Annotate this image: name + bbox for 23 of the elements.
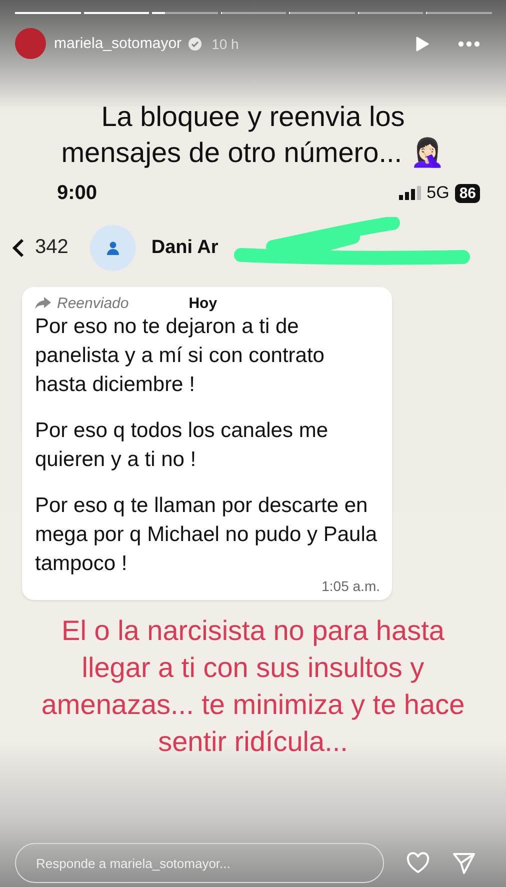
message-time: 1:05 a.m. — [320, 578, 380, 594]
battery-indicator: 86 — [455, 184, 480, 203]
message-text: Por eso q te llaman por descarte en mega por q Michael no pudo y Paula tampoco ! — [35, 492, 378, 577]
date-label: Hoy — [188, 294, 218, 312]
back-icon[interactable] — [12, 238, 25, 258]
message-text: Por eso q todos los canales me quieren y a ti no ! — [35, 418, 329, 473]
network-label: 5G — [426, 183, 450, 204]
play-icon[interactable] — [414, 36, 430, 52]
reply-field[interactable]: Responde a mariela_sotomayor... — [15, 843, 384, 883]
avatar[interactable] — [15, 28, 46, 59]
message-text: Por eso no te dejaron a ti de panelista y a mí si con contrato hasta diciembre ! — [35, 314, 326, 398]
forward-arrow-icon — [35, 297, 51, 310]
story-caption: El o la narcisista no para hasta llegar a ti con sus insultos y amenazas... te minimiza y te hace sentir ridícula... — [40, 614, 466, 759]
story-caption: La bloquee y reenvia los mensajes de otro número... 🤦🏻‍♀ — [60, 100, 446, 170]
more-icon[interactable] — [458, 40, 480, 46]
send-icon[interactable] — [452, 851, 476, 875]
post-time: 10 h — [212, 36, 239, 52]
back-count[interactable]: 342 — [35, 236, 68, 260]
contact-name[interactable]: Dani Ar — [151, 236, 218, 258]
phone-time: 9:00 — [57, 182, 98, 205]
forwarded-label: Reenviado — [57, 294, 129, 312]
heart-icon[interactable] — [406, 852, 430, 874]
signal-icon — [398, 186, 421, 200]
